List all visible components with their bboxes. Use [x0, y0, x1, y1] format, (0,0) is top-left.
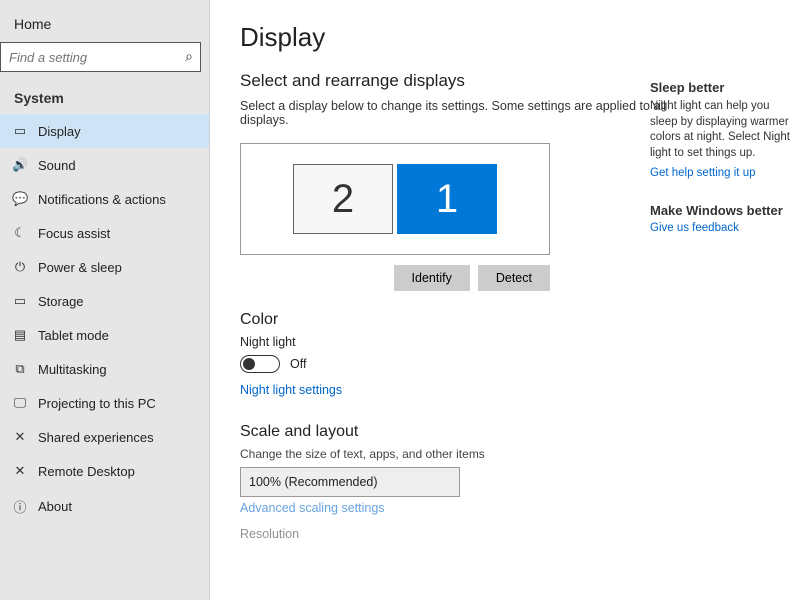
identify-button[interactable]: Identify	[394, 265, 470, 291]
sidebar-item-about[interactable]: ⓘ About	[0, 488, 209, 525]
nav-label: Power & sleep	[38, 260, 122, 275]
sleep-better-title: Sleep better	[650, 80, 790, 95]
tips-pane: Sleep better Night light can help you sl…	[650, 0, 800, 600]
display-monitor-1[interactable]: 1	[397, 164, 497, 234]
search-icon: ⌕	[185, 48, 193, 65]
nav-label: Tablet mode	[38, 328, 109, 343]
display-monitor-2[interactable]: 2	[293, 164, 393, 234]
night-light-toggle[interactable]	[240, 355, 280, 373]
nav-label: Storage	[38, 294, 84, 309]
nav-label: About	[38, 499, 72, 514]
nav-label: Multitasking	[38, 362, 107, 377]
nav-icon: ✕	[12, 463, 28, 479]
arrange-desc: Select a display below to change its set…	[240, 99, 670, 127]
nav-icon: ⓘ	[12, 497, 28, 516]
sidebar-item-storage[interactable]: ▭ Storage	[0, 284, 209, 318]
search-box: ⌕	[0, 42, 201, 72]
detect-button[interactable]: Detect	[478, 265, 550, 291]
sidebar-section-heading: System	[0, 84, 209, 114]
nav-icon: ⏻	[12, 259, 28, 275]
nav-icon: ⧉	[12, 361, 28, 377]
sidebar-item-projecting-to-this-pc[interactable]: 🖵 Projecting to this PC	[0, 386, 209, 420]
nav-label: Sound	[38, 158, 76, 173]
night-light-settings-link[interactable]: Night light settings	[240, 383, 342, 397]
sleep-better-body: Night light can help you sleep by displa…	[650, 99, 790, 161]
sidebar-item-shared-experiences[interactable]: ✕ Shared experiences	[0, 420, 209, 454]
nav-label: Projecting to this PC	[38, 396, 156, 411]
nav-label: Focus assist	[38, 226, 110, 241]
nav-icon: 🖵	[12, 395, 28, 411]
sidebar-item-power-sleep[interactable]: ⏻ Power & sleep	[0, 250, 209, 284]
nav-icon: 💬	[12, 191, 28, 207]
display-arrange-box[interactable]: 2 1	[240, 143, 550, 255]
sidebar-item-multitasking[interactable]: ⧉ Multitasking	[0, 352, 209, 386]
feedback-link[interactable]: Give us feedback	[650, 222, 790, 234]
sleep-help-link[interactable]: Get help setting it up	[650, 167, 790, 179]
nav-icon: ▭	[12, 123, 28, 139]
search-input[interactable]	[0, 42, 201, 72]
nav-icon: ☾	[12, 225, 28, 241]
sidebar-item-tablet-mode[interactable]: ▤ Tablet mode	[0, 318, 209, 352]
nav-label: Display	[38, 124, 81, 139]
feedback-title: Make Windows better	[650, 203, 790, 218]
nav-icon: 🔊	[12, 157, 28, 173]
sidebar-item-notifications-actions[interactable]: 💬 Notifications & actions	[0, 182, 209, 216]
sidebar-item-focus-assist[interactable]: ☾ Focus assist	[0, 216, 209, 250]
nav-label: Notifications & actions	[38, 192, 166, 207]
nav-icon: ✕	[12, 429, 28, 445]
scale-dropdown[interactable]: 100% (Recommended)	[240, 467, 460, 497]
sidebar-item-remote-desktop[interactable]: ✕ Remote Desktop	[0, 454, 209, 488]
home-link[interactable]: Home	[0, 10, 209, 42]
nav-label: Remote Desktop	[38, 464, 135, 479]
night-light-state: Off	[290, 357, 306, 371]
nav-label: Shared experiences	[38, 430, 154, 445]
sidebar-item-sound[interactable]: 🔊 Sound	[0, 148, 209, 182]
nav-icon: ▭	[12, 293, 28, 309]
scale-value: 100% (Recommended)	[249, 475, 378, 489]
nav-icon: ▤	[12, 327, 28, 343]
settings-sidebar: Home ⌕ System ▭ Display 🔊 Sound 💬 Notificatio…	[0, 0, 210, 600]
advanced-scaling-link[interactable]: Advanced scaling settings	[240, 501, 385, 515]
sidebar-item-display[interactable]: ▭ Display	[0, 114, 209, 148]
